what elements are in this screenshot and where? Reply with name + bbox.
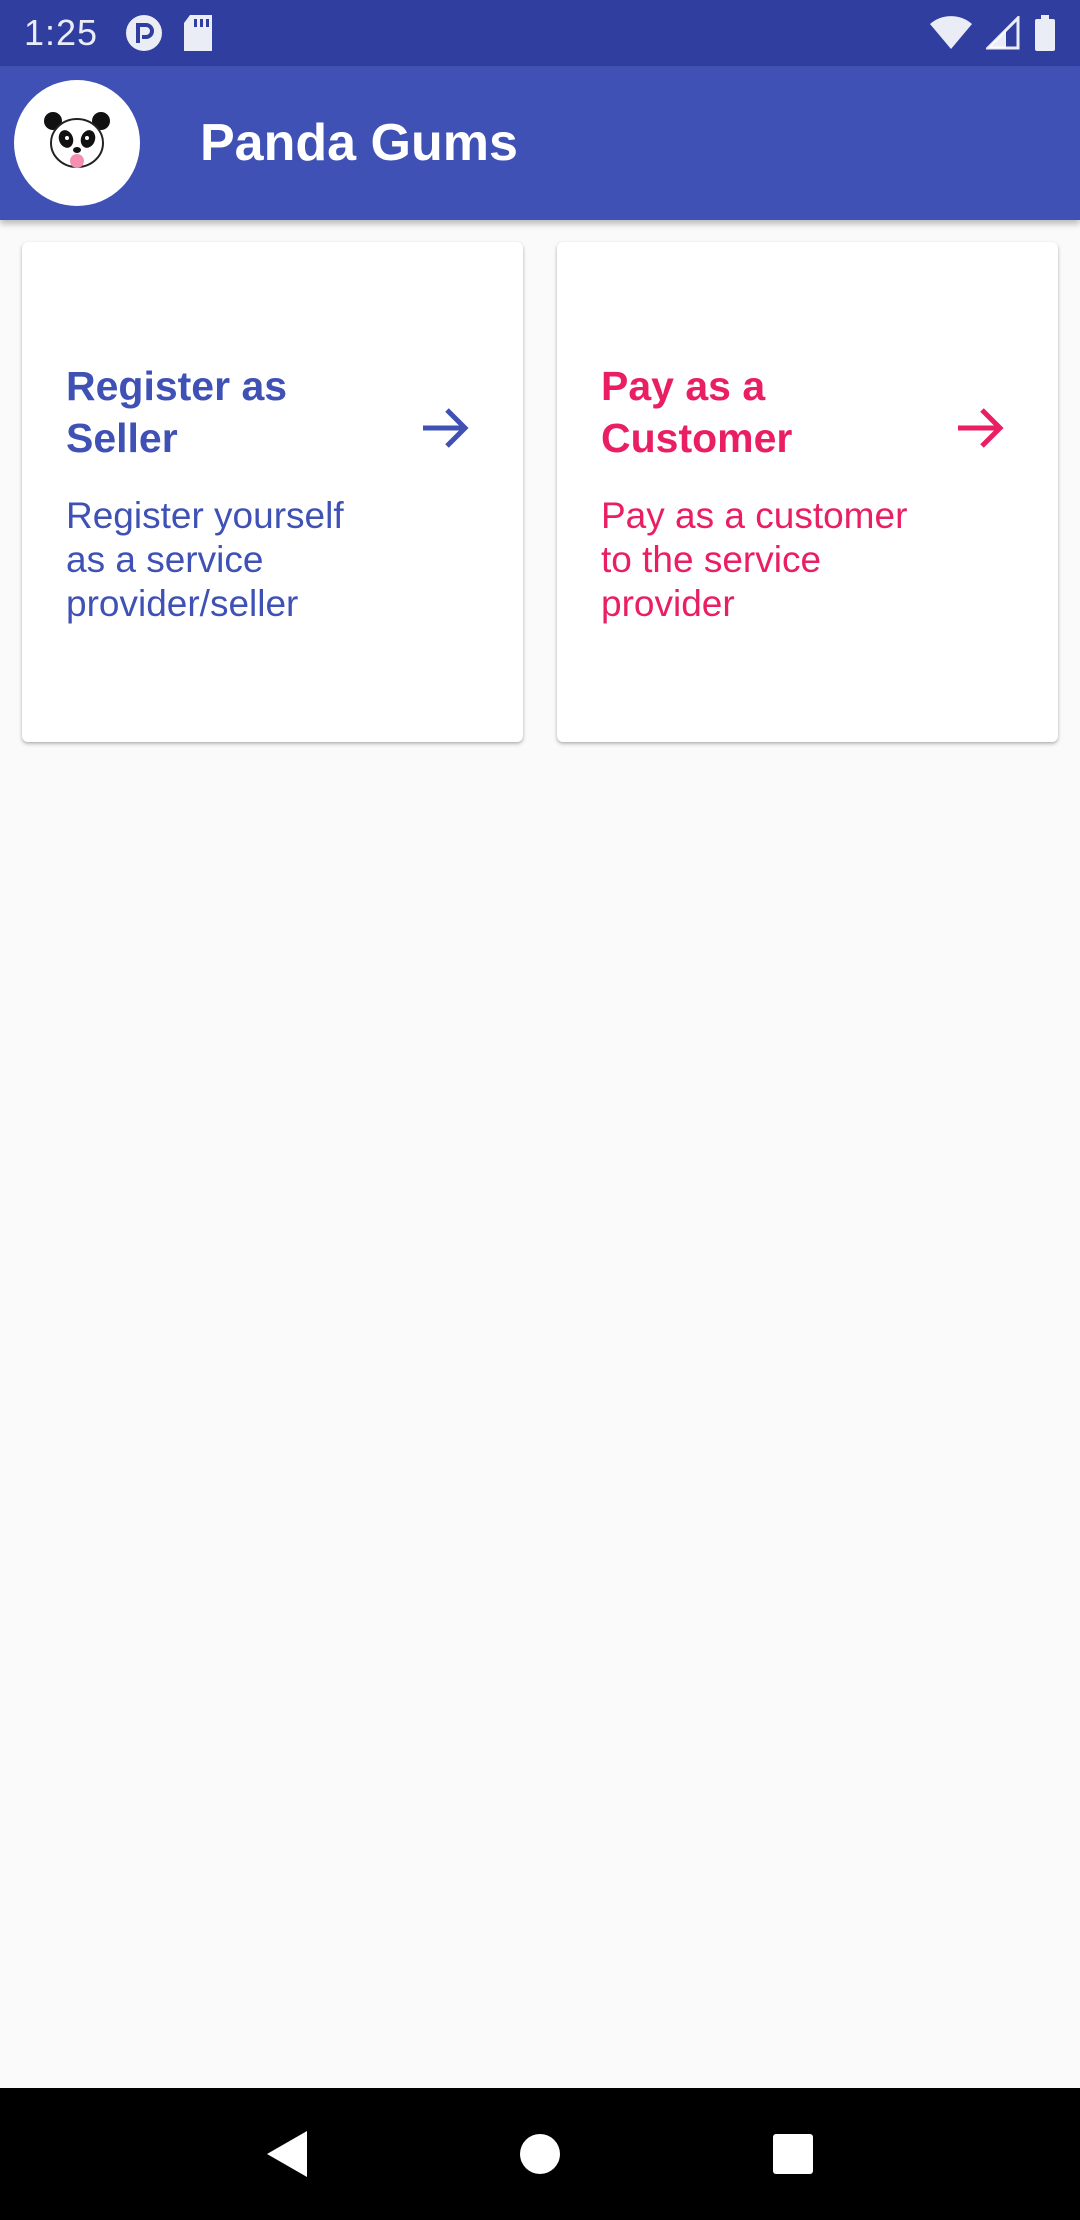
status-system-icons [930, 15, 1056, 51]
back-icon [266, 2131, 307, 2177]
pay-customer-card[interactable]: Pay as a Customer Pay as a customer to t… [557, 242, 1058, 742]
status-time: 1:25 [24, 12, 99, 53]
register-seller-description: Register yourself as a service provider/… [66, 495, 344, 624]
arrow-right-icon [958, 408, 1004, 448]
panda-logo-icon [14, 80, 140, 206]
recents-icon [773, 2134, 814, 2174]
home-button[interactable] [510, 2124, 570, 2184]
home-icon [519, 2134, 560, 2174]
signal-icon [986, 16, 1020, 50]
navigation-bar [0, 2088, 1080, 2220]
status-notification-icons [124, 13, 214, 53]
arrow-right-icon [423, 408, 469, 448]
pocket-icon [126, 15, 163, 51]
recents-button[interactable] [763, 2124, 823, 2184]
pay-customer-description: Pay as a customer to the service provide… [601, 495, 908, 624]
app-title: Panda Gums [200, 114, 518, 172]
register-seller-title: Register as Seller [66, 363, 288, 461]
pay-customer-title: Pay as a Customer [601, 363, 793, 461]
back-button[interactable] [257, 2124, 317, 2184]
sd-card-icon [184, 15, 213, 51]
app-bar: Panda Gums [0, 66, 1080, 220]
status-bar: 1:25 [0, 0, 1080, 66]
battery-icon [1035, 15, 1055, 51]
wifi-icon [930, 16, 972, 49]
register-seller-card[interactable]: Register as Seller Register yourself as … [22, 242, 523, 742]
option-cards: Register as Seller Register yourself as … [22, 242, 1058, 742]
